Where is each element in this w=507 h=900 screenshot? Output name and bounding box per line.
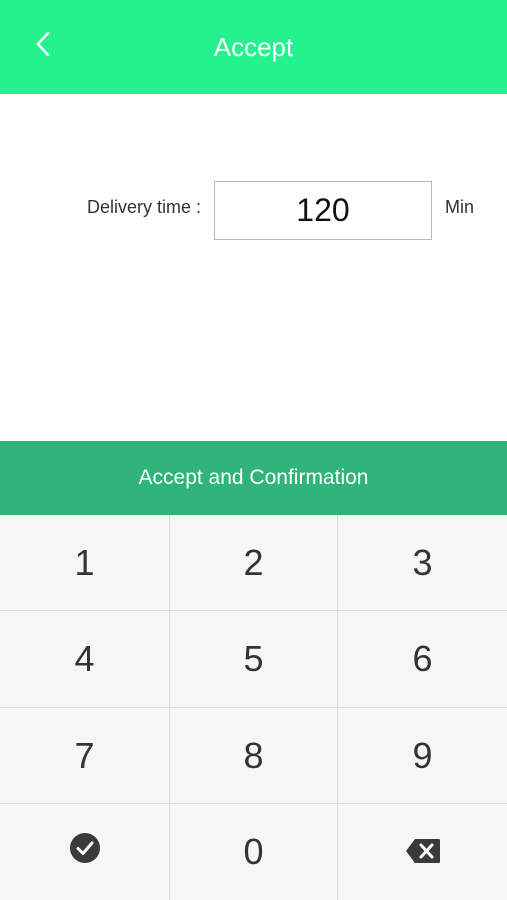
delivery-time-label: Delivery time : <box>86 197 201 217</box>
app-header: Accept <box>0 0 507 94</box>
key-3[interactable]: 3 <box>338 515 507 611</box>
back-button[interactable] <box>20 22 68 70</box>
key-7[interactable]: 7 <box>0 708 170 804</box>
key-6[interactable]: 6 <box>338 611 507 708</box>
key-2[interactable]: 2 <box>170 515 338 611</box>
delivery-form: Delivery time : Min <box>0 94 507 441</box>
key-4[interactable]: 4 <box>0 611 170 708</box>
key-0[interactable]: 0 <box>170 804 338 900</box>
key-1[interactable]: 1 <box>0 515 170 611</box>
page-title: Accept <box>213 32 294 62</box>
unit-label: Min <box>445 197 475 217</box>
key-9[interactable]: 9 <box>338 708 507 804</box>
backspace-icon <box>405 831 441 873</box>
accept-confirm-button[interactable]: Accept and Confirmation <box>0 441 507 515</box>
check-circle-icon <box>69 831 101 873</box>
delivery-time-input[interactable] <box>214 181 432 240</box>
confirm-key[interactable] <box>0 804 170 900</box>
key-5[interactable]: 5 <box>170 611 338 708</box>
delete-key[interactable] <box>338 804 507 900</box>
numeric-keypad: 1 2 3 4 5 6 7 8 9 0 <box>0 515 507 900</box>
key-8[interactable]: 8 <box>170 708 338 804</box>
chevron-left-icon <box>34 29 54 64</box>
